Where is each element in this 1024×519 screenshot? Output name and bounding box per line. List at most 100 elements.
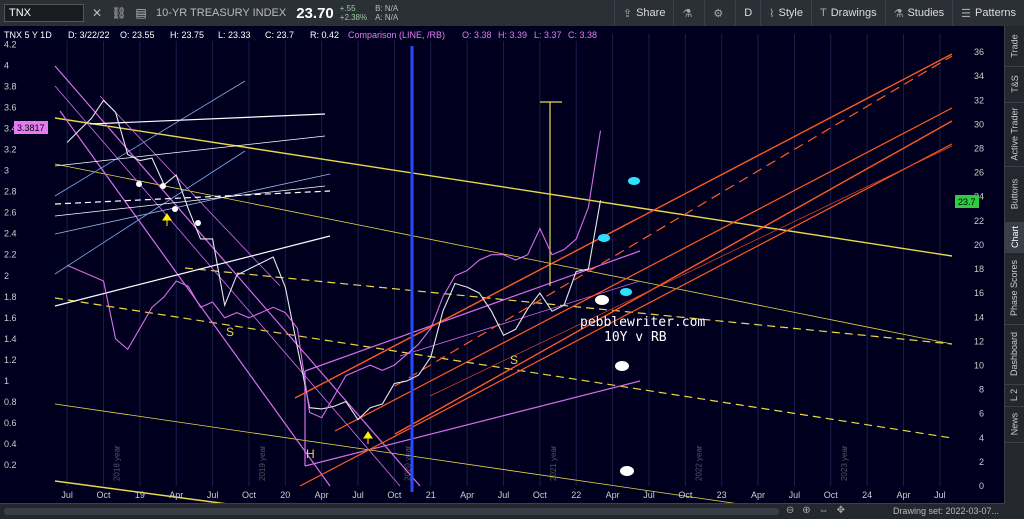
drawing-set[interactable]: Drawing set: 2022-03-07...	[893, 506, 999, 516]
horizontal-scrollbar[interactable]	[4, 508, 779, 515]
left-axis-tick: 1.6	[4, 313, 17, 323]
left-axis-tick: 2	[4, 271, 9, 281]
status-icons: ⊖ ⊕ ⇔ ✥	[786, 505, 845, 516]
share-button[interactable]: ⇪ Share	[613, 0, 674, 26]
point-marker	[628, 177, 640, 185]
point-marker	[136, 181, 142, 187]
legend-comp-close: C: 3.38	[568, 30, 597, 40]
x-axis-tick: 24	[862, 490, 872, 500]
legend-date: D: 3/22/22	[68, 30, 110, 40]
tab-buttons[interactable]: Buttons	[1005, 166, 1024, 223]
last-price-left-tag: 3.3817	[14, 121, 48, 134]
x-axis-tick: Apr	[897, 490, 911, 500]
style-button[interactable]: ⌇ Style	[760, 0, 811, 26]
x-axis-tick: Oct	[678, 490, 693, 500]
link-icon[interactable]: ⛓	[110, 4, 128, 22]
price-chart[interactable]: 2018 year 2019 year 2020 year 2021 year 2022…	[0, 26, 1005, 508]
left-axis-tick: 2.2	[4, 250, 17, 260]
chart-background	[0, 26, 1005, 507]
toolbar-actions: ⇪ Share ⚗ ⚙ D ⌇ Style T Drawings ⚗ Studies ☰…	[613, 0, 1024, 26]
bid-ask: B: N/A A: N/A	[375, 4, 398, 22]
left-tag-text: 3.3817	[17, 123, 45, 133]
annotation-label-h: H	[306, 447, 315, 461]
flask-button[interactable]: ⚗	[673, 0, 704, 26]
right-axis-tick: 10	[974, 360, 984, 370]
timeframe-button[interactable]: D	[735, 0, 760, 26]
legend-symbol: TNX 5 Y 1D	[4, 30, 52, 40]
patterns-icon: ☰	[961, 7, 972, 20]
tab-label: L 2	[1009, 388, 1020, 402]
x-axis-tick: Oct	[242, 490, 257, 500]
studies-button[interactable]: ⚗ Studies	[884, 0, 953, 26]
right-axis-tick: 32	[974, 95, 984, 105]
x-axis-tick: Apr	[751, 490, 765, 500]
x-axis-tick: 23	[717, 490, 727, 500]
x-axis-tick: Jul	[789, 490, 801, 500]
x-axis-tick: Oct	[533, 490, 548, 500]
tab-l-2[interactable]: L 2	[1005, 384, 1024, 407]
pan-icon[interactable]: ✥	[837, 505, 845, 516]
right-axis-tick: 6	[979, 409, 984, 419]
right-axis-tick: 16	[974, 288, 984, 298]
year-label: 2021 year	[549, 445, 558, 481]
tab-label: Active Trader	[1009, 107, 1020, 161]
x-axis-tick: Oct	[824, 490, 839, 500]
year-label: 2023 year	[840, 445, 849, 481]
left-axis-tick: 2.8	[4, 187, 17, 197]
legend-comp-low: L: 3.37	[534, 30, 562, 40]
tab-phase-scores[interactable]: Phase Scores	[1005, 252, 1024, 325]
symbol-input[interactable]: TNX	[4, 4, 84, 22]
legend-comp-open: O: 3.38	[462, 30, 492, 40]
annotation-subtitle: 10Y v RB	[604, 330, 667, 345]
drawings-label: Drawings	[830, 7, 877, 19]
symbol-text: TNX	[9, 7, 31, 19]
bid-value: B: N/A	[375, 4, 399, 13]
patterns-button[interactable]: ☰ Patterns	[952, 0, 1024, 26]
left-axis-tick: 1.2	[4, 355, 17, 365]
legend-open: O: 23.55	[120, 30, 155, 40]
chart-area[interactable]: 2018 year 2019 year 2020 year 2021 year 2022…	[0, 26, 1005, 508]
x-axis-tick: Apr	[315, 490, 329, 500]
legend-close: C: 23.7	[265, 30, 294, 40]
close-icon[interactable]: ✕	[88, 4, 106, 22]
right-axis-tick: 4	[979, 433, 984, 443]
tab-news[interactable]: News	[1005, 406, 1024, 443]
legend-range: R: 0.42	[310, 30, 339, 40]
tab-chart[interactable]: Chart	[1005, 222, 1024, 253]
tab-active-trader[interactable]: Active Trader	[1005, 102, 1024, 167]
x-axis-tick: Jul	[643, 490, 655, 500]
gear-icon: ⚙	[713, 7, 724, 20]
style-icon: ⌇	[769, 7, 775, 20]
right-axis-tick: 28	[974, 144, 984, 154]
x-axis-tick: Oct	[387, 490, 402, 500]
tab-dashboard[interactable]: Dashboard	[1005, 324, 1024, 385]
drawings-button[interactable]: T Drawings	[810, 0, 885, 26]
point-marker	[598, 234, 610, 242]
target-marker	[620, 466, 634, 476]
settings-button[interactable]: ⚙	[704, 0, 735, 26]
timeframe-label: D	[744, 7, 753, 19]
tab-t-s[interactable]: T&S	[1005, 66, 1024, 103]
right-axis-tick: 18	[974, 264, 984, 274]
tab-label: Chart	[1009, 225, 1020, 249]
zoom-out-icon[interactable]: ⊖	[786, 505, 794, 516]
x-axis-tick: Jul	[498, 490, 510, 500]
info-icon[interactable]: ▤	[132, 4, 150, 22]
fit-icon[interactable]: ⇔	[819, 505, 829, 516]
last-price-right-tag: 23.7	[955, 195, 979, 208]
x-axis-tick: Jul	[207, 490, 219, 500]
year-label: 2018 year	[113, 445, 122, 481]
top-toolbar: TNX ✕ ⛓ ▤ 10-YR TREASURY INDEX 23.70 +.5…	[0, 0, 1024, 27]
instrument-title: 10-YR TREASURY INDEX	[156, 7, 287, 19]
left-axis-tick: 1.8	[4, 292, 17, 302]
zoom-in-icon[interactable]: ⊕	[802, 505, 810, 516]
left-axis-tick: 3.6	[4, 103, 17, 113]
change-abs: +.55	[339, 4, 356, 13]
point-marker	[172, 206, 178, 212]
x-axis-tick: 22	[571, 490, 581, 500]
tab-trade[interactable]: Trade	[1005, 26, 1024, 67]
x-axis-tick: Jul	[61, 490, 73, 500]
legend-low: L: 23.33	[218, 30, 251, 40]
right-axis-tick: 14	[974, 312, 984, 322]
x-axis-tick: 21	[426, 490, 436, 500]
